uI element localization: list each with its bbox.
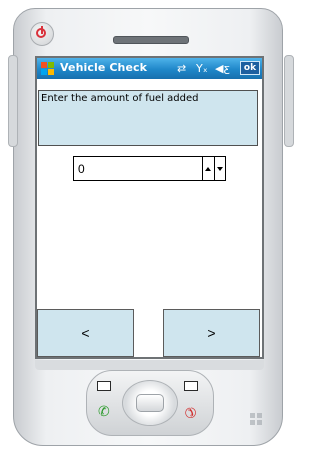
arrow-down-icon: [217, 167, 223, 171]
spinner-down-button[interactable]: [214, 157, 224, 180]
prompt-panel: Enter the amount of fuel added: [38, 90, 258, 146]
soft-key-left[interactable]: [97, 381, 111, 391]
side-button-right[interactable]: [284, 55, 294, 147]
connectivity-icon[interactable]: ⇄: [177, 61, 186, 76]
windows-logo-icon: [250, 413, 264, 427]
prompt-label: Enter the amount of fuel added: [41, 93, 199, 104]
volume-icon[interactable]: ◀ƹ: [215, 61, 230, 76]
dpad-center-button[interactable]: [136, 394, 164, 412]
screen-bottom-bezel: [35, 360, 264, 370]
app-title: Vehicle Check: [60, 61, 148, 74]
arrow-up-icon: [205, 167, 211, 171]
title-bar: Vehicle Check ⇄ Yₓ ◀ƹ ok: [37, 58, 262, 79]
soft-key-right[interactable]: [184, 381, 198, 391]
earpiece-speaker: [113, 36, 189, 44]
previous-button[interactable]: <: [37, 309, 134, 357]
ok-button[interactable]: ok: [240, 61, 260, 75]
signal-off-icon[interactable]: Yₓ: [196, 61, 208, 76]
device-screen: Vehicle Check ⇄ Yₓ ◀ƹ ok Enter the amoun…: [35, 56, 264, 359]
call-answer-icon[interactable]: ✆: [98, 404, 110, 420]
spinner-up-button[interactable]: [202, 157, 212, 180]
next-button[interactable]: >: [163, 309, 260, 357]
side-button-left[interactable]: [8, 55, 18, 147]
start-menu-windows-icon[interactable]: [40, 61, 55, 76]
fuel-amount-spinner[interactable]: [73, 156, 226, 181]
fuel-amount-input[interactable]: [76, 160, 196, 177]
power-button[interactable]: [30, 22, 54, 46]
